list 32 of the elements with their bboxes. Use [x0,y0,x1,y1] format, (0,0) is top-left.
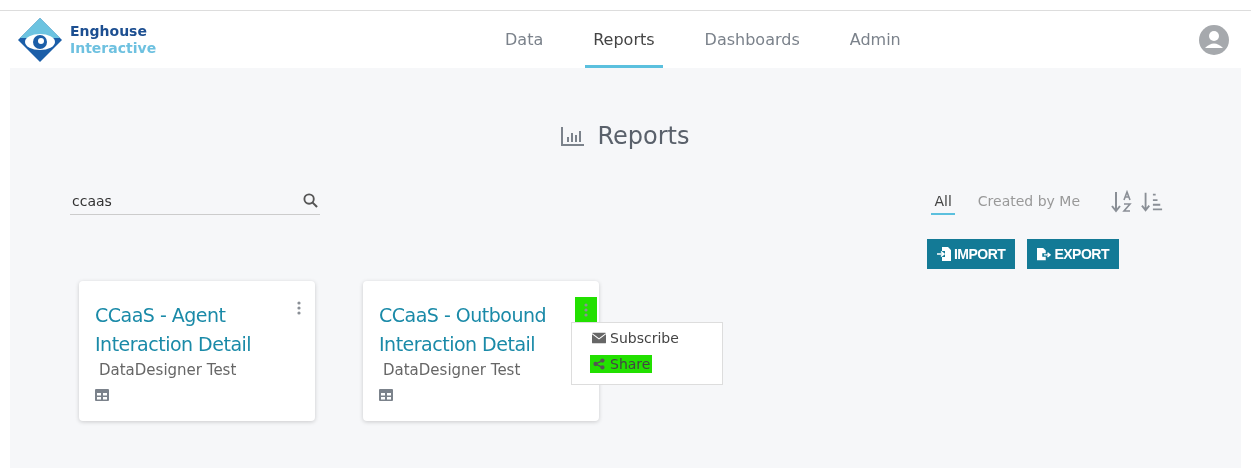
table-icon [379,389,393,401]
menu-item[interactable]: Subscribe [590,329,681,347]
envelope-icon [592,332,606,344]
sort-alphabetical-icon[interactable] [1111,189,1133,214]
import-button[interactable]: IMPORT [926,239,1016,269]
table-icon [95,389,109,401]
report-owner: DataDesigner Test [99,361,238,379]
nav-tab[interactable]: Data [480,11,569,68]
user-avatar-icon[interactable] [1199,24,1229,55]
nav-tab[interactable]: Dashboards [679,11,825,68]
search-icon[interactable] [303,193,318,208]
bar-chart-icon [561,126,586,146]
report-title[interactable]: CCaaS - Outbound Interaction Detail [379,301,569,359]
menu-item[interactable]: Share [590,355,653,373]
report-card[interactable]: CCaaS - Agent Interaction Detail DataDesigner Test [79,281,315,421]
report-owner: DataDesigner Test [383,361,522,379]
brand-name: Enghouse [70,22,148,40]
report-title[interactable]: CCaaS - Agent Interaction Detail [95,301,285,359]
search-field[interactable]: ccaas [70,188,320,215]
brand-subtitle: Interactive [70,39,157,57]
filter-tab[interactable]: All [931,188,955,215]
export-icon [1037,247,1052,261]
import-icon [936,247,951,261]
filter-tab[interactable]: Created by Me [974,188,1083,215]
nav-tab[interactable]: Admin [824,11,926,68]
kebab-icon [584,303,588,317]
more-options-button[interactable] [575,297,597,323]
share-icon [592,358,606,370]
logo-icon [18,17,62,62]
kebab-icon [297,301,301,315]
page-title: Reports [597,122,690,150]
export-button[interactable]: EXPORT [1027,239,1119,269]
